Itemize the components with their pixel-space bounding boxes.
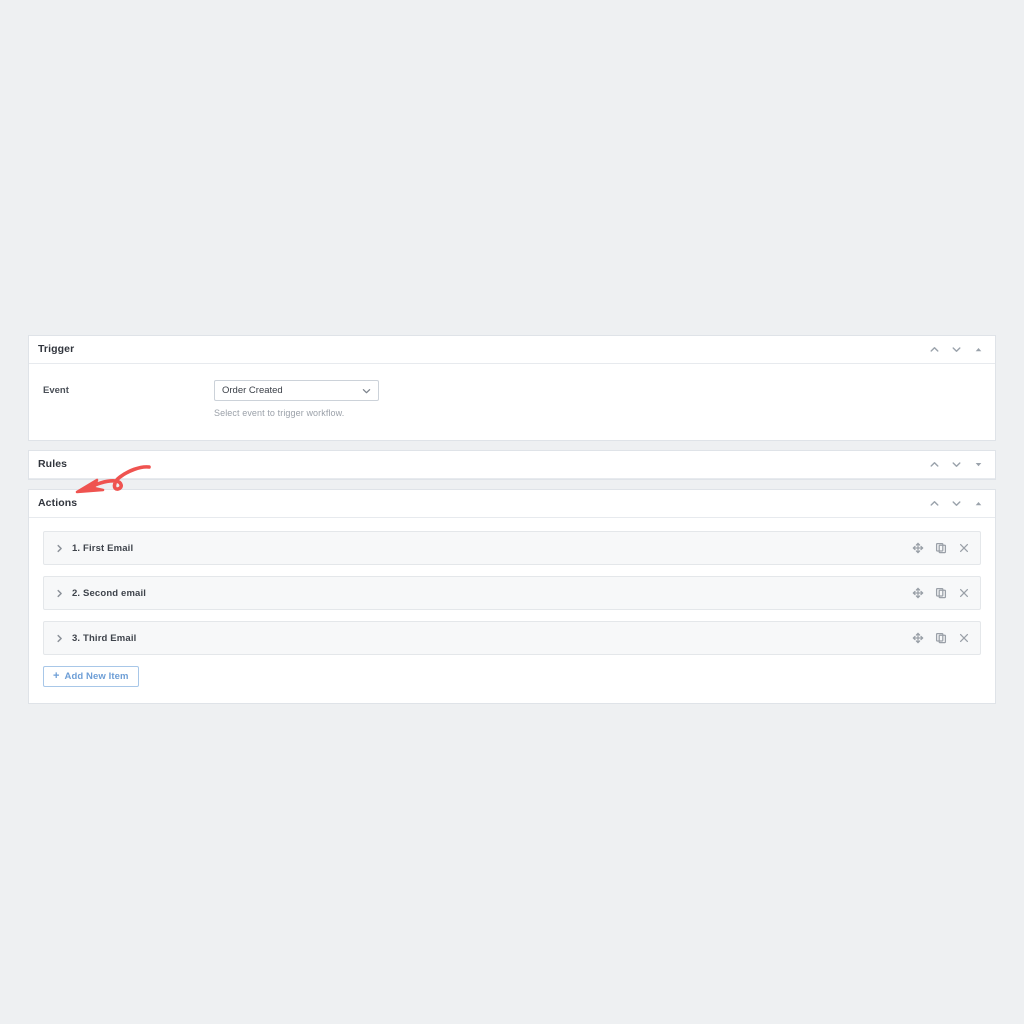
event-field-label: Event	[43, 385, 69, 396]
trigger-panel-controls	[928, 343, 987, 356]
action-item-label: 2. Second email	[72, 587, 147, 599]
chevron-right-icon[interactable]	[55, 634, 64, 643]
event-field-help: Select event to trigger workflow.	[214, 408, 345, 418]
trigger-panel-body: Event Order Created Select event to trig…	[29, 364, 995, 440]
actions-panel: Actions 1. First Email 2. Second email 3…	[28, 489, 996, 704]
move-icon[interactable]	[912, 542, 924, 554]
duplicate-icon[interactable]	[935, 632, 947, 644]
close-icon[interactable]	[958, 542, 970, 554]
trigger-panel: Trigger Event Order Created Select event…	[28, 335, 996, 441]
add-new-item-button[interactable]: + Add New Item	[43, 666, 139, 687]
chevron-down-icon[interactable]	[950, 343, 963, 356]
close-icon[interactable]	[958, 587, 970, 599]
chevron-up-icon[interactable]	[928, 497, 941, 510]
actions-panel-body: 1. First Email 2. Second email 3. Third …	[29, 518, 995, 703]
event-select-wrap: Order Created	[214, 380, 379, 401]
rules-panel: Rules	[28, 450, 996, 480]
chevron-up-icon[interactable]	[928, 343, 941, 356]
actions-panel-header[interactable]: Actions	[29, 490, 995, 518]
duplicate-icon[interactable]	[935, 587, 947, 599]
chevron-right-icon[interactable]	[55, 544, 64, 553]
chevron-right-icon[interactable]	[55, 589, 64, 598]
row-tools	[912, 587, 970, 599]
expand-toggle-icon[interactable]	[972, 458, 985, 471]
rules-panel-header[interactable]: Rules	[29, 451, 995, 479]
chevron-up-icon[interactable]	[928, 458, 941, 471]
event-select[interactable]: Order Created	[214, 380, 379, 401]
move-icon[interactable]	[912, 632, 924, 644]
close-icon[interactable]	[958, 632, 970, 644]
row-tools	[912, 542, 970, 554]
panel-title-actions: Actions	[38, 497, 78, 510]
chevron-down-icon[interactable]	[950, 497, 963, 510]
table-row[interactable]: 3. Third Email	[43, 621, 981, 655]
action-item-label: 3. Third Email	[72, 632, 137, 644]
action-item-label: 1. First Email	[72, 542, 134, 554]
event-field-control: Order Created Select event to trigger wo…	[214, 380, 995, 418]
workflow-builder: Trigger Event Order Created Select event…	[28, 335, 996, 704]
collapse-toggle-icon[interactable]	[972, 343, 985, 356]
panel-title-trigger: Trigger	[38, 343, 75, 356]
duplicate-icon[interactable]	[935, 542, 947, 554]
panel-title-rules: Rules	[38, 458, 68, 471]
collapse-toggle-icon[interactable]	[972, 497, 985, 510]
move-icon[interactable]	[912, 587, 924, 599]
table-row[interactable]: 2. Second email	[43, 576, 981, 610]
rules-panel-controls	[928, 458, 987, 471]
row-tools	[912, 632, 970, 644]
actions-panel-controls	[928, 497, 987, 510]
trigger-panel-header[interactable]: Trigger	[29, 336, 995, 364]
add-new-item-label: Add New Item	[64, 671, 129, 682]
chevron-down-icon[interactable]	[950, 458, 963, 471]
table-row[interactable]: 1. First Email	[43, 531, 981, 565]
plus-icon: +	[53, 669, 60, 682]
